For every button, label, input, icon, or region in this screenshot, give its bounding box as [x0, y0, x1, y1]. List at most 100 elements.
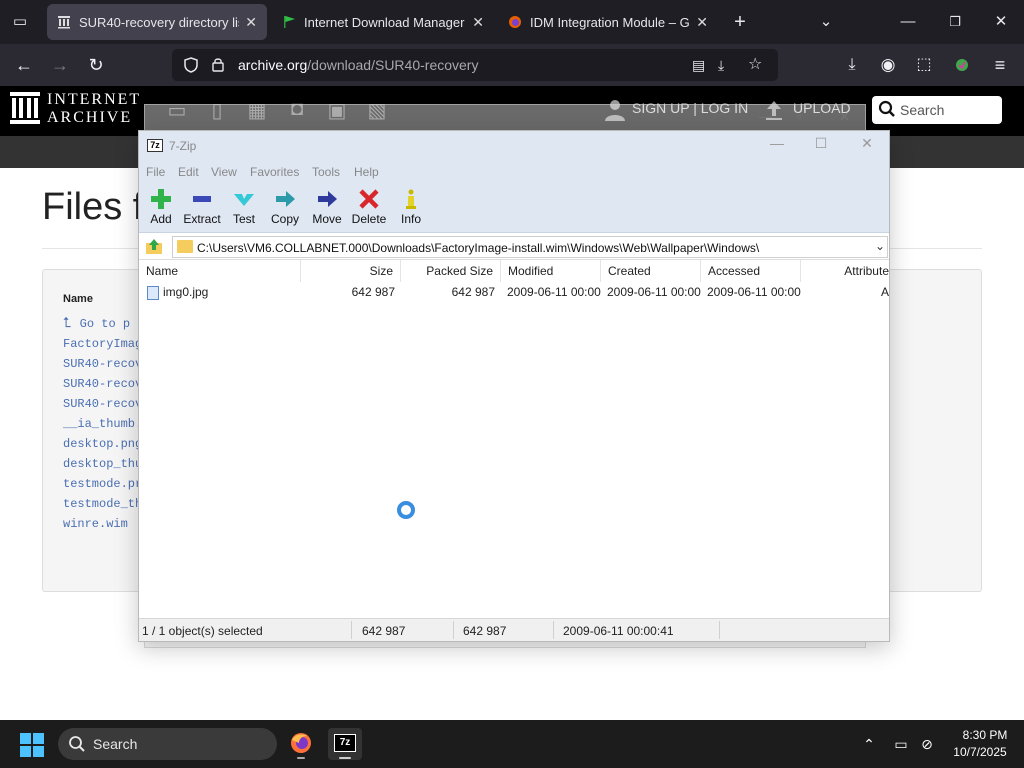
column-header-created[interactable]: Created [601, 260, 701, 282]
cell-created: 2009-06-11 00:00 [607, 285, 701, 299]
copy-arrow-icon [276, 191, 295, 207]
info-button[interactable]: Info [389, 185, 433, 231]
column-header-size[interactable]: Size [301, 260, 401, 282]
taskbar-search-box[interactable]: Search [58, 728, 277, 760]
path-dropdown-chevron-icon[interactable]: ⌄ [875, 239, 885, 253]
tab-idm-integration-module[interactable]: IDM Integration Module – Get t ✕ [498, 4, 718, 40]
close-tab-icon[interactable]: ✕ [696, 14, 708, 31]
archive-logo-icon[interactable] [10, 92, 40, 126]
column-header-attributes[interactable]: Attribute [801, 260, 889, 282]
clock-time[interactable]: 8:30 PM [960, 728, 1010, 742]
reader-view-icon[interactable]: ▤ [692, 49, 705, 81]
add-button[interactable]: Add [139, 185, 183, 231]
extract-button[interactable]: Extract [180, 185, 224, 231]
menu-view[interactable]: View [211, 165, 237, 179]
volume-muted-icon[interactable]: ⊘ [916, 720, 938, 768]
idm-flag-icon [282, 15, 296, 29]
taskbar-7zip-button[interactable]: 7z [328, 728, 362, 760]
tab-title: SUR40-recovery directory listing [79, 14, 239, 30]
new-tab-button[interactable]: + [722, 0, 758, 44]
search-icon [878, 100, 896, 121]
close-tab-icon[interactable]: ✕ [245, 14, 257, 31]
back-arrow-icon[interactable]: ← [8, 44, 40, 86]
toolbar-label: Move [312, 212, 342, 226]
file-link[interactable]: SUR40-recov [63, 377, 142, 391]
column-header-packed-size[interactable]: Packed Size [401, 260, 501, 282]
menu-file[interactable]: File [146, 165, 165, 179]
up-folder-button[interactable] [145, 237, 163, 255]
column-header-accessed[interactable]: Accessed [701, 260, 801, 282]
file-link[interactable]: winre.wim [63, 517, 128, 531]
address-bar[interactable]: archive.org/download/SUR40-recovery ▤ ⤓ … [172, 49, 778, 81]
url-domain: archive.org [238, 57, 308, 73]
lock-icon[interactable] [212, 49, 224, 83]
close-window-icon[interactable]: ✕ [847, 135, 887, 152]
show-hidden-icons-chevron-icon[interactable]: ⌃ [858, 720, 880, 768]
minimize-window-icon[interactable]: — [757, 135, 797, 151]
test-button[interactable]: Test [222, 185, 266, 231]
sevenzip-menubar: File Edit View Favorites Tools Help [139, 161, 889, 183]
sevenzip-titlebar[interactable]: 7z 7-Zip — ☐ ✕ [139, 131, 889, 161]
restore-browser-icon[interactable]: ❐ [937, 0, 973, 44]
archive-search-placeholder: Search [900, 102, 945, 118]
close-tab-icon[interactable]: ✕ [472, 14, 484, 31]
forward-arrow-icon[interactable]: → [44, 44, 76, 86]
menu-favorites[interactable]: Favorites [250, 165, 299, 179]
file-link[interactable]: __ia_thumb. [63, 417, 142, 431]
file-link[interactable]: FactoryImag [63, 337, 142, 351]
file-link-parent[interactable]: ⮤ Go to p [63, 316, 130, 332]
bookmark-star-icon[interactable]: ☆ [748, 49, 762, 81]
file-link[interactable]: SUR40-recov [63, 397, 142, 411]
archive-search-input[interactable]: Search [872, 96, 1002, 124]
status-packed: 642 987 [463, 624, 507, 638]
delete-button[interactable]: Delete [347, 185, 391, 231]
menu-tools[interactable]: Tools [312, 165, 340, 179]
move-button[interactable]: Move [305, 185, 349, 231]
file-link[interactable]: desktop_thu [63, 457, 142, 471]
file-link[interactable]: SUR40-recov [63, 357, 142, 371]
clock-date[interactable]: 10/7/2025 [948, 745, 1012, 759]
network-icon[interactable]: ▭ [890, 720, 912, 768]
save-to-pocket-icon[interactable]: ⤓ [718, 49, 724, 81]
tab-overview-icon[interactable]: ▭ [2, 0, 38, 44]
tab-internet-download-manager[interactable]: Internet Download Manager is a ✕ [272, 4, 494, 40]
reload-icon[interactable]: ↻ [80, 44, 112, 86]
tracking-shield-icon[interactable] [184, 49, 198, 84]
name-column-header[interactable]: Name [63, 293, 93, 305]
list-tabs-chevron-icon[interactable]: ⌄ [808, 0, 844, 44]
ghost-close-icon: ✕ [839, 109, 850, 124]
menu-hamburger-icon[interactable]: ≡ [984, 44, 1016, 86]
toolbar-label: Add [150, 212, 172, 226]
file-link[interactable]: testmode_th [63, 497, 142, 511]
close-browser-icon[interactable]: ✕ [983, 0, 1019, 44]
column-header-name[interactable]: Name [139, 260, 301, 282]
downloads-icon[interactable]: ⤓ [836, 44, 868, 86]
file-link[interactable]: testmode.pr [63, 477, 142, 491]
toolbar-label: Extract [183, 212, 221, 226]
taskbar-firefox-button[interactable] [284, 728, 318, 760]
file-link[interactable]: desktop.png [63, 437, 142, 451]
toolbar-label: Info [400, 212, 421, 226]
maximize-window-icon[interactable]: ☐ [801, 135, 841, 152]
idm-extension-icon[interactable] [946, 44, 978, 86]
archive-logo-line2[interactable]: ARCHIVE [47, 109, 132, 127]
search-icon [68, 735, 86, 756]
extensions-icon[interactable]: ⬚ [908, 44, 940, 86]
cell-packed-size: 642 987 [451, 285, 495, 299]
path-input[interactable]: C:\Users\VM6.COLLABNET.000\Downloads\Fac… [172, 236, 888, 258]
minimize-browser-icon[interactable]: — [890, 0, 926, 44]
column-header-modified[interactable]: Modified [501, 260, 601, 282]
toolbar-label: Delete [351, 212, 387, 226]
toolbar-label: Copy [270, 212, 299, 226]
move-arrow-icon [318, 191, 337, 207]
menu-help[interactable]: Help [354, 165, 379, 179]
tab-sur40-recovery[interactable]: SUR40-recovery directory listing ✕ [47, 4, 267, 40]
archive-logo-line1[interactable]: INTERNET [47, 91, 141, 109]
url-text[interactable]: archive.org/download/SUR40-recovery [238, 49, 478, 81]
start-windows-icon[interactable] [20, 733, 44, 757]
account-icon[interactable]: ◉ [872, 44, 904, 86]
sevenzip-logo-icon: 7z [147, 139, 163, 152]
copy-button[interactable]: Copy [263, 185, 307, 231]
menu-edit[interactable]: Edit [178, 165, 199, 179]
loading-spinner-icon [397, 501, 415, 519]
